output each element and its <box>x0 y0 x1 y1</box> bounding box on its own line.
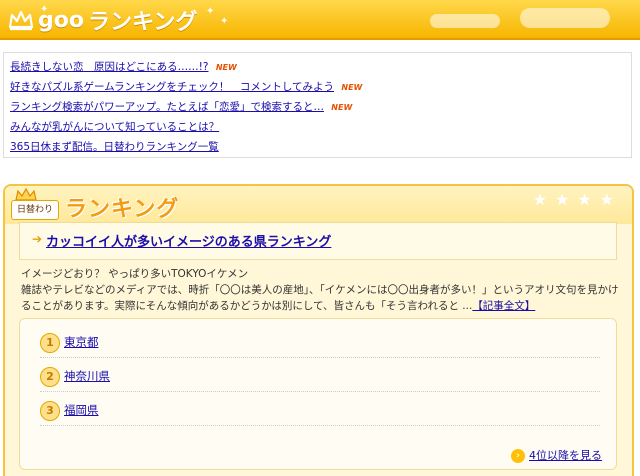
rank-number: 2 <box>40 367 60 387</box>
rank-number: 3 <box>40 401 60 421</box>
site-header: goo ランキング ✦ ✦ ✦ <box>0 0 640 40</box>
article-body: 雑誌やテレビなどのメディアでは、時折「〇〇は美人の産地」、「イケメンには〇〇出身… <box>21 282 621 314</box>
new-badge: NEW <box>341 83 363 92</box>
news-item[interactable]: ランキング検索がパワーアップ。たとえば「恋愛」で検索すると… NEW <box>10 98 352 116</box>
article-lead: イメージどおり？ やっぱり多いTOKYOイケメン <box>21 268 249 280</box>
article-title-link[interactable]: カッコイイ人が多いイメージのある県ランキング <box>46 231 331 250</box>
news-item[interactable]: 好きなパズル系ゲームランキングをチェック！ コメントしてみよう NEW <box>10 78 362 96</box>
ranking-item[interactable]: 1 東京都 <box>40 327 600 358</box>
decorative-cloud <box>520 8 610 28</box>
ranking-title: ランキング <box>65 197 180 222</box>
news-item[interactable]: 365日休まず配信。日替わりランキング一覧 <box>10 138 219 156</box>
daily-ranking-box: 日替わり ランキング ★★★★ ➔ カッコイイ人が多いイメージのある県ランキング… <box>3 184 634 476</box>
ranking-header: 日替わり ランキング ★★★★ <box>5 186 632 224</box>
prefecture-link[interactable]: 福岡県 <box>64 402 99 418</box>
news-list: 長続きしない恋 原因はどこにある……!? NEW 好きなパズル系ゲームランキング… <box>3 52 632 158</box>
news-link[interactable]: みんなが乳がんについて知っていることは？ <box>10 121 219 133</box>
arrow-right-icon: ➔ <box>32 232 43 246</box>
daily-badge: 日替わり <box>11 200 59 220</box>
full-article-link[interactable]: 【記事全文】 <box>472 300 535 312</box>
news-item[interactable]: 長続きしない恋 原因はどこにある……!? NEW <box>10 58 237 76</box>
rank-number: 1 <box>40 333 60 353</box>
arrow-right-icon: › <box>511 449 525 463</box>
new-badge: NEW <box>331 103 353 112</box>
sparkle-icon: ✦ <box>40 4 49 15</box>
site-logo[interactable]: goo ランキング <box>8 4 197 36</box>
see-more[interactable]: › 4位以降を見る <box>511 447 602 465</box>
ranking-list: 1 東京都 2 神奈川県 3 福岡県 › 4位以降を見る <box>19 318 617 470</box>
article-description: イメージどおり？ やっぱり多いTOKYOイケメン 雑誌やテレビなどのメディアでは… <box>21 266 621 314</box>
news-link[interactable]: 好きなパズル系ゲームランキングをチェック！ コメントしてみよう <box>10 81 334 93</box>
news-link[interactable]: 365日休まず配信。日替わりランキング一覧 <box>10 141 219 153</box>
news-link[interactable]: ランキング検索がパワーアップ。たとえば「恋愛」で検索すると… <box>10 101 324 113</box>
crown-logo-icon <box>8 10 34 31</box>
see-more-link[interactable]: 4位以降を見る <box>529 449 602 462</box>
prefecture-link[interactable]: 東京都 <box>64 334 99 350</box>
sparkle-icon: ✦ <box>206 6 215 17</box>
ranking-item[interactable]: 2 神奈川県 <box>40 361 600 392</box>
sparkle-icon: ✦ <box>220 16 229 27</box>
ranking-item[interactable]: 3 福岡県 <box>40 395 600 426</box>
prefecture-link[interactable]: 神奈川県 <box>64 368 110 384</box>
decorative-cloud <box>430 14 500 28</box>
news-link[interactable]: 長続きしない恋 原因はどこにある……!? <box>10 61 208 73</box>
article-title-box: ➔ カッコイイ人が多いイメージのある県ランキング <box>19 222 617 260</box>
decorative-stars: ★★★★ <box>532 190 622 209</box>
news-item[interactable]: みんなが乳がんについて知っていることは？ <box>10 118 219 136</box>
logo-title: ランキング <box>87 10 198 35</box>
new-badge: NEW <box>215 63 237 72</box>
